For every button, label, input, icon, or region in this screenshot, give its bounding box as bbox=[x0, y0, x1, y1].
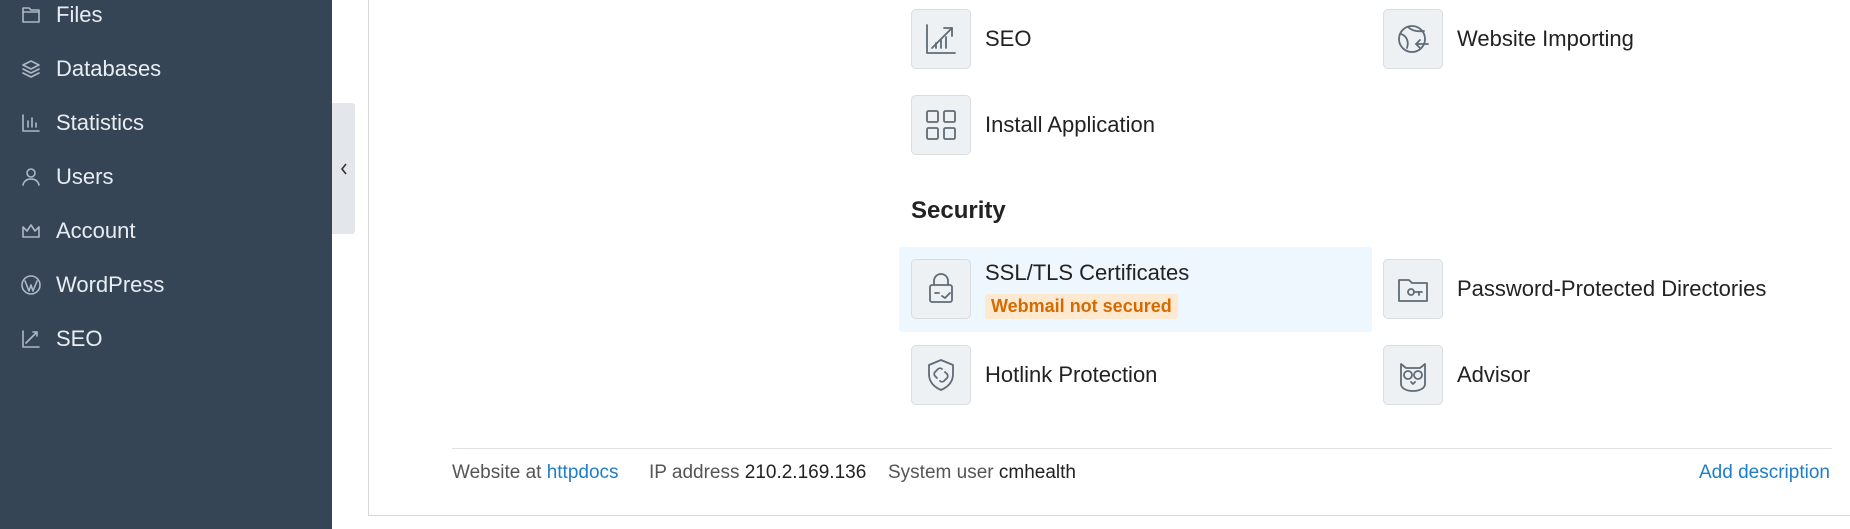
sidebar-item-account[interactable]: Account bbox=[18, 216, 136, 246]
tool-website-importing[interactable]: Website Importing bbox=[1383, 9, 1634, 69]
tool-label: Install Application bbox=[985, 112, 1155, 137]
tool-advisor[interactable]: Advisor bbox=[1383, 345, 1530, 405]
seo-icon bbox=[911, 9, 971, 69]
sidebar-item-label: Users bbox=[56, 164, 114, 189]
sidebar-item-wordpress[interactable]: WordPress bbox=[18, 270, 164, 300]
chevron-left-icon bbox=[340, 163, 347, 174]
sidebar-item-label: SEO bbox=[56, 326, 103, 351]
tool-label: Hotlink Protection bbox=[985, 362, 1158, 387]
wordpress-icon bbox=[18, 272, 44, 298]
tool-label: SEO bbox=[985, 26, 1032, 51]
footer-label: Website at bbox=[452, 462, 542, 483]
footer-label: IP address bbox=[649, 462, 740, 483]
user-icon bbox=[18, 164, 44, 190]
sidebar-item-label: Files bbox=[56, 2, 103, 27]
tool-label: Password-Protected Directories bbox=[1457, 276, 1767, 301]
section-title-security: Security bbox=[911, 197, 1006, 224]
sidebar-item-users[interactable]: Users bbox=[18, 162, 113, 192]
tool-password-protected-directories[interactable]: Password-Protected Directories bbox=[1383, 259, 1766, 319]
sidebar-item-statistics[interactable]: Statistics bbox=[18, 108, 144, 138]
add-description-link[interactable]: Add description bbox=[1699, 462, 1830, 483]
sidebar-item-label: Account bbox=[56, 218, 136, 243]
system-user-value: cmhealth bbox=[998, 462, 1076, 483]
tool-install-application[interactable]: Install Application bbox=[911, 95, 1155, 155]
folder-icon bbox=[18, 2, 44, 28]
sidebar-item-files[interactable]: Files bbox=[18, 0, 102, 30]
sidebar-item-label: WordPress bbox=[56, 272, 165, 297]
ip-value: 210.2.169.136 bbox=[744, 462, 867, 483]
tool-label: Advisor bbox=[1457, 362, 1531, 387]
tool-hotlink-protection[interactable]: Hotlink Protection bbox=[911, 345, 1157, 405]
tool-ssl-tls-certificates[interactable]: SSL/TLS Certificates Webmail not secured bbox=[911, 259, 1189, 319]
tool-label: SSL/TLS Certificates bbox=[985, 259, 1190, 285]
globe-import-icon bbox=[1383, 9, 1443, 69]
footer-label: System user bbox=[888, 462, 994, 483]
shield-link-icon bbox=[911, 345, 971, 405]
database-icon bbox=[18, 56, 44, 82]
owl-icon bbox=[1383, 345, 1443, 405]
footer-system-user: System user cmhealth bbox=[888, 462, 1076, 484]
seo-icon bbox=[18, 326, 44, 352]
sidebar-item-databases[interactable]: Databases bbox=[18, 54, 161, 84]
lock-certificate-icon bbox=[911, 259, 971, 319]
crown-icon bbox=[18, 218, 44, 244]
sidebar: Files Databases Statistics Users Account… bbox=[0, 0, 332, 529]
apps-grid-icon bbox=[911, 95, 971, 155]
footer-add-description: Add description bbox=[1699, 462, 1830, 484]
statistics-icon bbox=[18, 110, 44, 136]
sidebar-item-label: Statistics bbox=[56, 110, 145, 135]
tool-seo[interactable]: SEO bbox=[911, 9, 1031, 69]
status-badge: Webmail not secured bbox=[985, 293, 1178, 319]
sidebar-item-seo[interactable]: SEO bbox=[18, 324, 102, 354]
footer-website-at: Website at httpdocs bbox=[452, 462, 619, 484]
sidebar-collapse-button[interactable] bbox=[332, 103, 355, 234]
tool-label: Website Importing bbox=[1457, 26, 1634, 51]
httpdocs-link[interactable]: httpdocs bbox=[547, 462, 619, 483]
footer-divider bbox=[452, 448, 1832, 449]
footer-ip-address: IP address 210.2.169.136 bbox=[649, 462, 866, 484]
folder-key-icon bbox=[1383, 259, 1443, 319]
sidebar-item-label: Databases bbox=[56, 56, 162, 81]
